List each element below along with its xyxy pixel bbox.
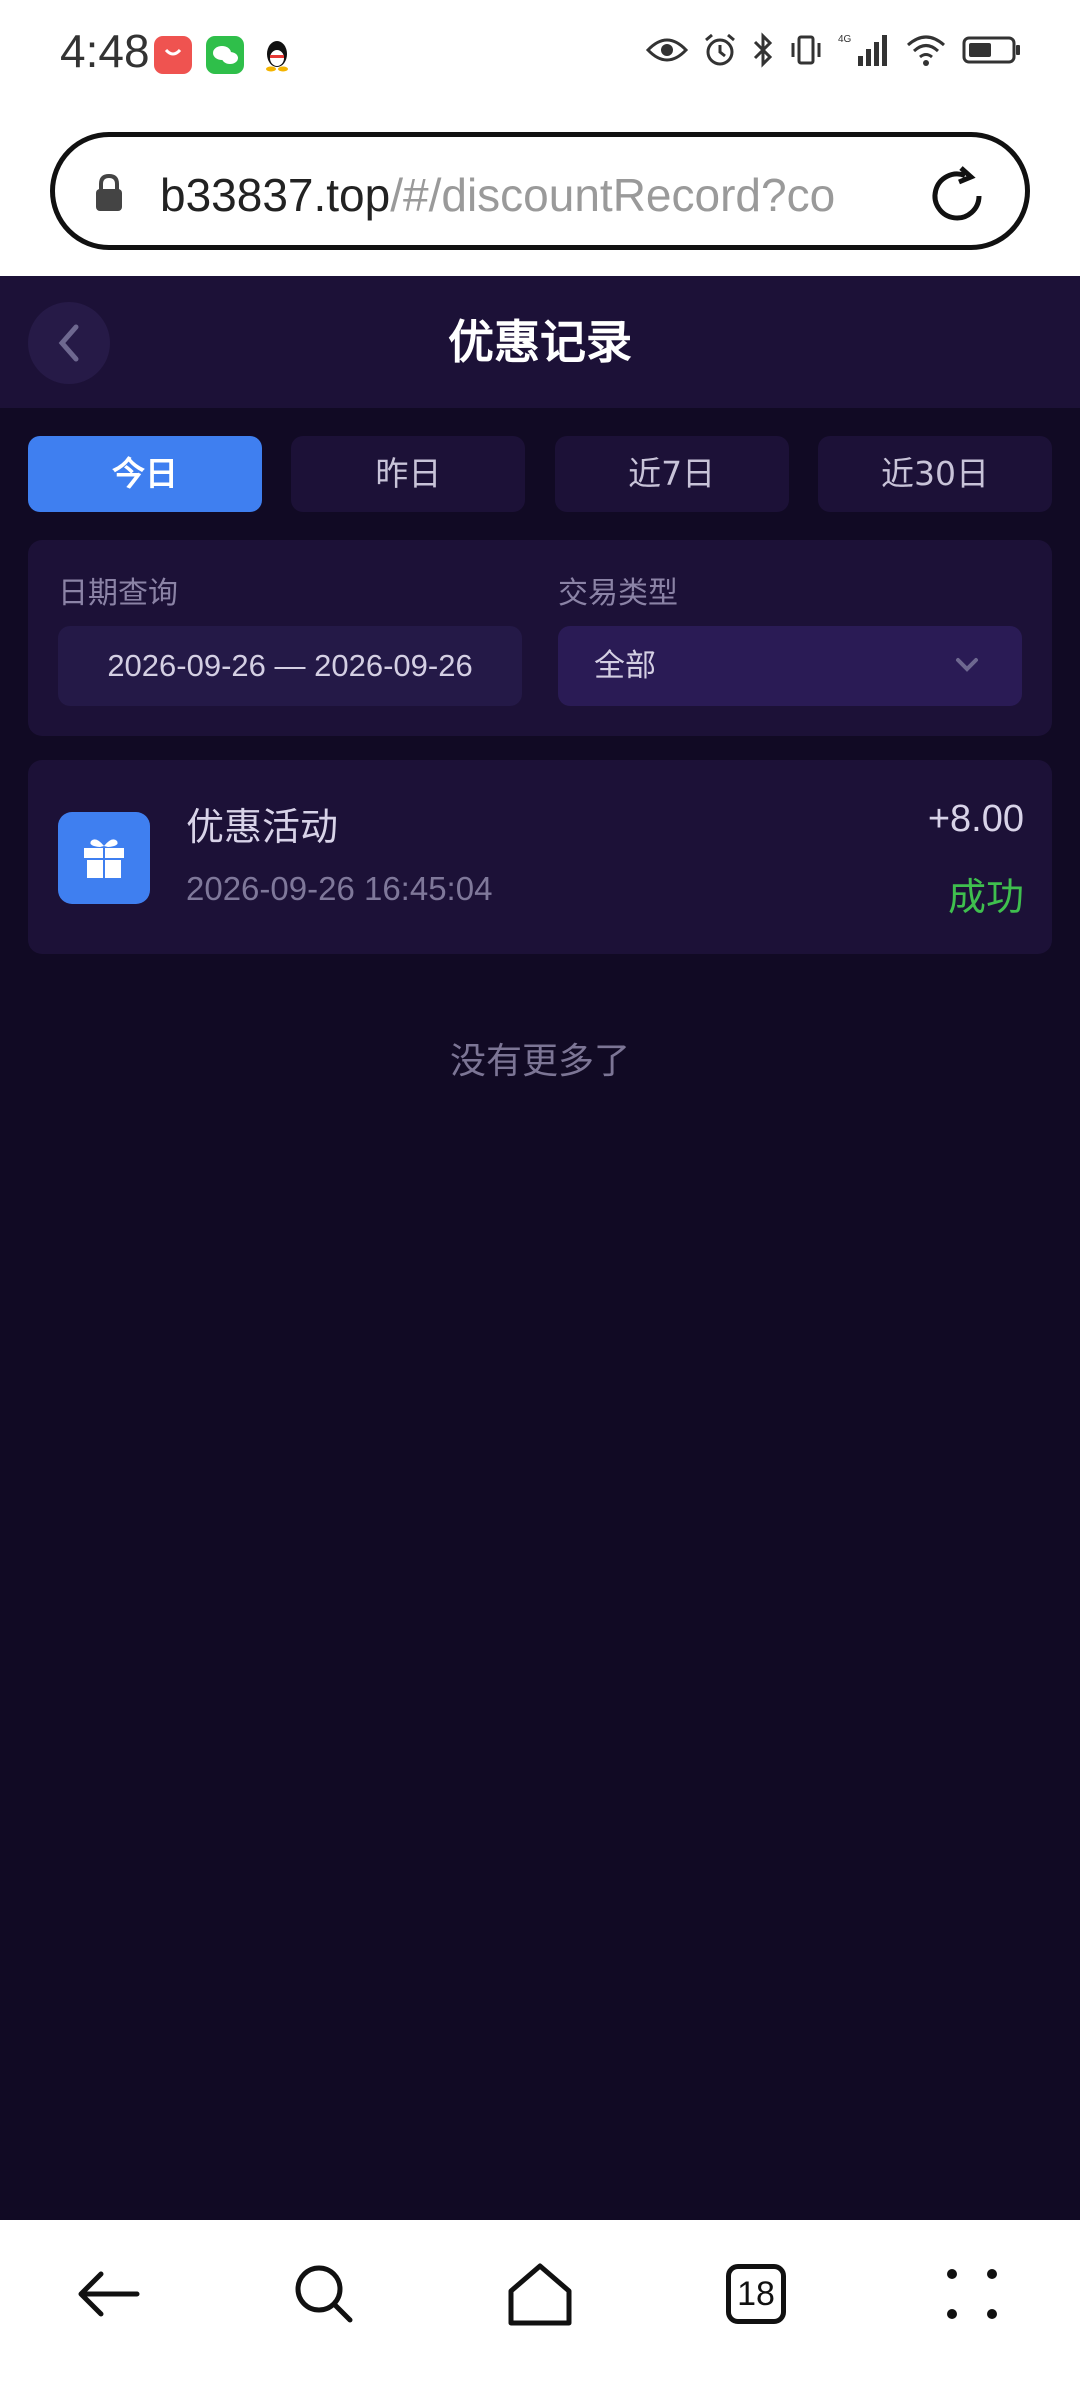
record-amount: +8.00	[927, 798, 1024, 840]
gift-icon	[58, 812, 150, 904]
address-bar[interactable]: b33837.top/#/discountRecord?co	[50, 132, 1030, 250]
record-title: 优惠活动	[186, 805, 339, 849]
tab-yesterday[interactable]: 昨日	[291, 436, 526, 512]
battery-icon	[962, 36, 1020, 64]
status-bar: 4:48 4G	[0, 0, 1080, 110]
page-header: 优惠记录	[0, 276, 1080, 408]
lock-icon	[93, 173, 125, 217]
tabs-button[interactable]: 18	[701, 2239, 811, 2349]
eye-icon	[646, 38, 688, 62]
qq-icon	[258, 36, 296, 74]
home-icon	[508, 2263, 572, 2326]
record-status: 成功	[947, 875, 1024, 919]
page-title: 优惠记录	[448, 315, 632, 369]
chevron-left-icon	[58, 324, 79, 362]
vibrate-icon	[791, 35, 821, 65]
bluetooth-icon	[753, 32, 773, 68]
signal-icon: 4G	[838, 34, 887, 66]
shopping-app-icon	[154, 36, 192, 74]
more-dots-icon	[947, 2269, 997, 2319]
tab-count: 18	[726, 2264, 786, 2324]
tab-last-7-days[interactable]: 近7日	[554, 436, 789, 512]
date-query-label: 日期查询	[58, 576, 178, 611]
reload-icon[interactable]	[925, 164, 989, 232]
list-end-text: 没有更多了	[449, 1041, 630, 1082]
list-item[interactable]: 优惠活动 2026-09-26 16:45:04 +8.00 成功	[28, 760, 1052, 954]
url-text[interactable]: b33837.top/#/discountRecord?co	[160, 167, 940, 223]
browser-toolbar: b33837.top/#/discountRecord?co	[0, 110, 1080, 276]
back-button[interactable]	[28, 302, 110, 384]
transaction-type-select[interactable]: 全部	[558, 626, 1022, 706]
status-icons: 4G	[646, 32, 1022, 68]
transaction-type-value: 全部	[594, 648, 656, 684]
app-content: 优惠记录 今日 昨日 近7日 近30日 日期查询 交易类型 2026-09-26…	[0, 276, 1080, 2220]
wechat-icon	[206, 36, 244, 74]
arrow-left-icon	[78, 2271, 140, 2317]
date-range-picker[interactable]: 2026-09-26 — 2026-09-26	[58, 626, 522, 706]
back-nav-button[interactable]	[53, 2239, 163, 2349]
home-button[interactable]	[485, 2239, 595, 2349]
date-tabs: 今日 昨日 近7日 近30日	[28, 436, 1052, 512]
menu-button[interactable]	[917, 2239, 1027, 2349]
url-path: /#/discountRecord?co	[390, 169, 836, 221]
status-time: 4:48	[60, 25, 150, 77]
wifi-icon	[907, 35, 945, 66]
tab-last-30-days[interactable]: 近30日	[817, 436, 1052, 512]
svg-text:4G: 4G	[838, 34, 852, 45]
search-icon	[295, 2265, 353, 2323]
search-button[interactable]	[269, 2239, 379, 2349]
filter-card: 日期查询 交易类型 2026-09-26 — 2026-09-26 全部	[28, 540, 1052, 736]
tab-today[interactable]: 今日	[28, 436, 262, 512]
url-host: b33837.top	[160, 169, 391, 221]
chevron-down-icon	[956, 658, 978, 672]
transaction-type-label: 交易类型	[558, 576, 678, 611]
browser-bottom-nav: 18	[0, 2220, 1080, 2388]
alarm-icon	[705, 33, 735, 66]
record-time: 2026-09-26 16:45:04	[186, 870, 493, 907]
